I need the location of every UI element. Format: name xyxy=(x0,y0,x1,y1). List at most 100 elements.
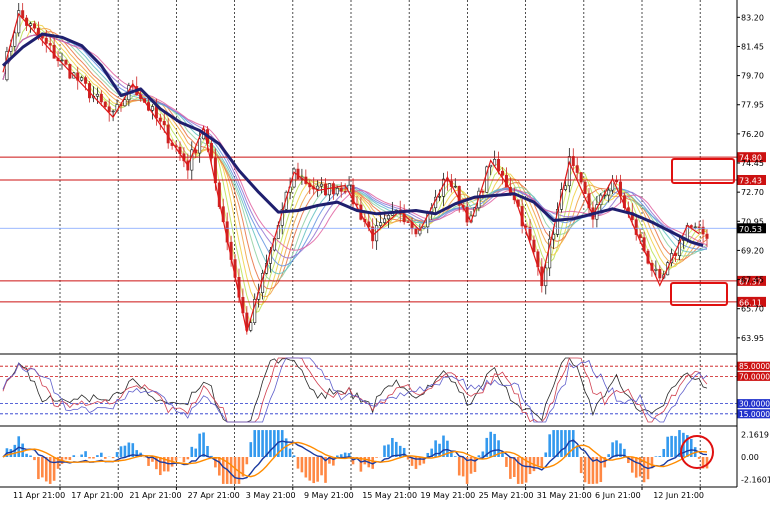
histogram-bar xyxy=(635,457,638,478)
histogram-tick-label: 0.00 xyxy=(741,453,759,462)
candle-body xyxy=(438,196,440,197)
histogram-bar xyxy=(493,434,496,457)
histogram-bar xyxy=(72,455,75,457)
histogram-bar xyxy=(84,451,87,457)
candle-body xyxy=(379,223,381,226)
candle-body xyxy=(564,186,566,190)
histogram-bar xyxy=(128,443,131,457)
candle-body xyxy=(407,222,409,223)
histogram-bar xyxy=(269,430,272,457)
candle-body xyxy=(96,94,98,96)
price-tick-label: 77.95 xyxy=(741,101,764,110)
histogram-bar xyxy=(120,446,123,457)
histogram-bar xyxy=(194,449,197,457)
candle-body xyxy=(497,159,499,171)
candle-body xyxy=(576,166,578,173)
candle-body xyxy=(615,180,617,182)
histogram-bar xyxy=(552,430,555,457)
candle-body xyxy=(159,118,161,121)
candle-body xyxy=(195,150,197,153)
candle-body xyxy=(607,190,609,195)
histogram-bar xyxy=(293,455,296,457)
candle-body xyxy=(45,38,47,43)
histogram-bar xyxy=(301,457,304,472)
histogram-bar xyxy=(253,430,256,457)
histogram-bar xyxy=(659,456,662,457)
candle-body xyxy=(344,191,346,192)
histogram-bar xyxy=(100,453,103,457)
histogram-bar xyxy=(584,457,587,482)
histogram-bar xyxy=(505,457,508,467)
time-tick-label: 15 May 21:00 xyxy=(362,491,417,500)
price-tick-label: 63.95 xyxy=(741,334,764,343)
oscillator-level-label: 85.0000 xyxy=(739,362,770,371)
candle-body xyxy=(163,121,165,125)
candle-body xyxy=(482,191,484,192)
trading-chart[interactable]: 74.8073.4367.3766.1170.53 85.000070.0000… xyxy=(0,0,770,505)
candle-body xyxy=(53,45,55,58)
histogram-bar xyxy=(230,457,233,484)
histogram-bar xyxy=(116,452,119,457)
candle-body xyxy=(316,186,318,189)
histogram-bar xyxy=(391,438,394,457)
histogram-bar xyxy=(308,457,311,481)
time-tick-label: 27 Apr 21:00 xyxy=(188,491,240,500)
histogram-bar xyxy=(462,457,465,476)
histogram-bar xyxy=(305,457,308,477)
histogram-bar xyxy=(175,457,178,461)
candle-body xyxy=(639,235,641,238)
histogram-bar xyxy=(588,457,591,484)
histogram-tick-label: -2.1601 xyxy=(741,475,770,484)
histogram-bar xyxy=(202,432,205,457)
histogram-bar xyxy=(537,457,540,466)
histogram-bar xyxy=(375,457,378,458)
candle-body xyxy=(104,102,106,107)
candle-body xyxy=(580,173,582,182)
histogram-bar xyxy=(489,432,492,457)
time-tick-label: 11 Apr 21:00 xyxy=(13,491,65,500)
histogram-bar xyxy=(560,430,563,457)
histogram-bar xyxy=(33,457,36,460)
histogram-bar xyxy=(655,456,658,457)
histogram-bar xyxy=(29,455,32,457)
price-tick-label: 76.20 xyxy=(741,130,764,139)
price-tick-label: 67.45 xyxy=(741,276,764,285)
histogram-bar xyxy=(257,430,260,457)
histogram-bar xyxy=(183,457,186,462)
histogram-bar xyxy=(572,430,575,457)
histogram-bar xyxy=(312,457,315,483)
chart-root: 74.8073.4367.3766.1170.53 85.000070.0000… xyxy=(0,0,770,505)
histogram-bar xyxy=(662,449,665,457)
histogram-bar xyxy=(53,457,56,481)
time-tick-label: 9 May 21:00 xyxy=(304,491,354,500)
histogram-tick-label: 2.1619 xyxy=(741,431,769,440)
histogram-bar xyxy=(88,457,91,458)
candle-body xyxy=(33,24,35,28)
price-level-label: 73.43 xyxy=(739,176,762,185)
candle-body xyxy=(250,323,252,331)
histogram-bar xyxy=(611,442,614,457)
histogram-bar xyxy=(41,457,44,477)
histogram-bar xyxy=(289,449,292,457)
histogram-bar xyxy=(214,457,217,467)
histogram-bar xyxy=(218,457,221,476)
time-tick-label: 6 Jun 21:00 xyxy=(595,491,641,500)
histogram-bar xyxy=(21,444,24,457)
candle-body xyxy=(61,60,63,61)
histogram-bar xyxy=(438,444,441,457)
candle-body xyxy=(584,182,586,194)
histogram-bar xyxy=(124,446,127,457)
histogram-bar xyxy=(45,457,48,481)
histogram-bar xyxy=(670,436,673,457)
candle-body xyxy=(49,43,51,45)
histogram-bar xyxy=(580,457,583,473)
time-tick-label: 19 May 21:00 xyxy=(420,491,475,500)
price-tick-label: 69.20 xyxy=(741,246,764,255)
histogram-bar xyxy=(521,457,524,484)
price-tick-label: 70.95 xyxy=(741,217,764,226)
histogram-bar xyxy=(65,457,68,459)
time-tick-label: 31 May 21:00 xyxy=(537,491,592,500)
price-tick-label: 83.20 xyxy=(741,13,764,22)
histogram-bar xyxy=(383,445,386,457)
candle-body xyxy=(151,107,153,111)
